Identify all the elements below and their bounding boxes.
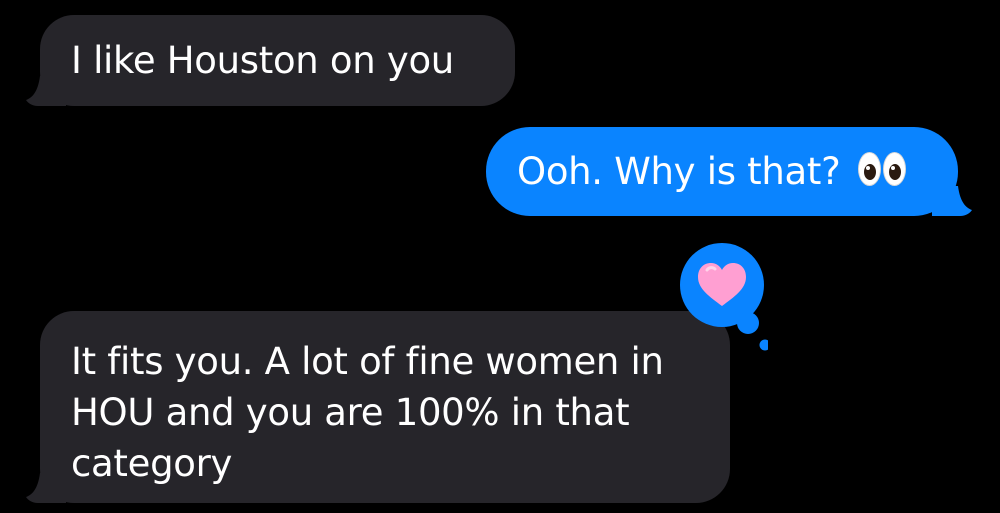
message-text-line: It fits you. A lot of fine women in	[71, 340, 664, 383]
bubble-tail-icon	[26, 76, 66, 106]
incoming-message-bubble[interactable]: It fits you. A lot of fine women in HOU …	[26, 311, 730, 503]
outgoing-message-bubble[interactable]: Ooh. Why is that?	[486, 127, 972, 216]
eyes-emoji-icon	[856, 152, 908, 188]
message-thread: I like Houston on you Ooh. Why is that? …	[0, 0, 1000, 513]
bubble-tail-icon	[932, 186, 972, 216]
message-text: Ooh. Why is that?	[517, 150, 841, 193]
heart-reaction-icon[interactable]	[680, 243, 768, 355]
message-text-line: HOU and you are 100% in that	[71, 391, 630, 434]
incoming-message-bubble[interactable]: I like Houston on you	[26, 15, 515, 106]
bubble-tail-icon	[26, 473, 66, 503]
message-text: I like Houston on you	[71, 39, 454, 82]
message-text-line: category	[71, 442, 233, 485]
